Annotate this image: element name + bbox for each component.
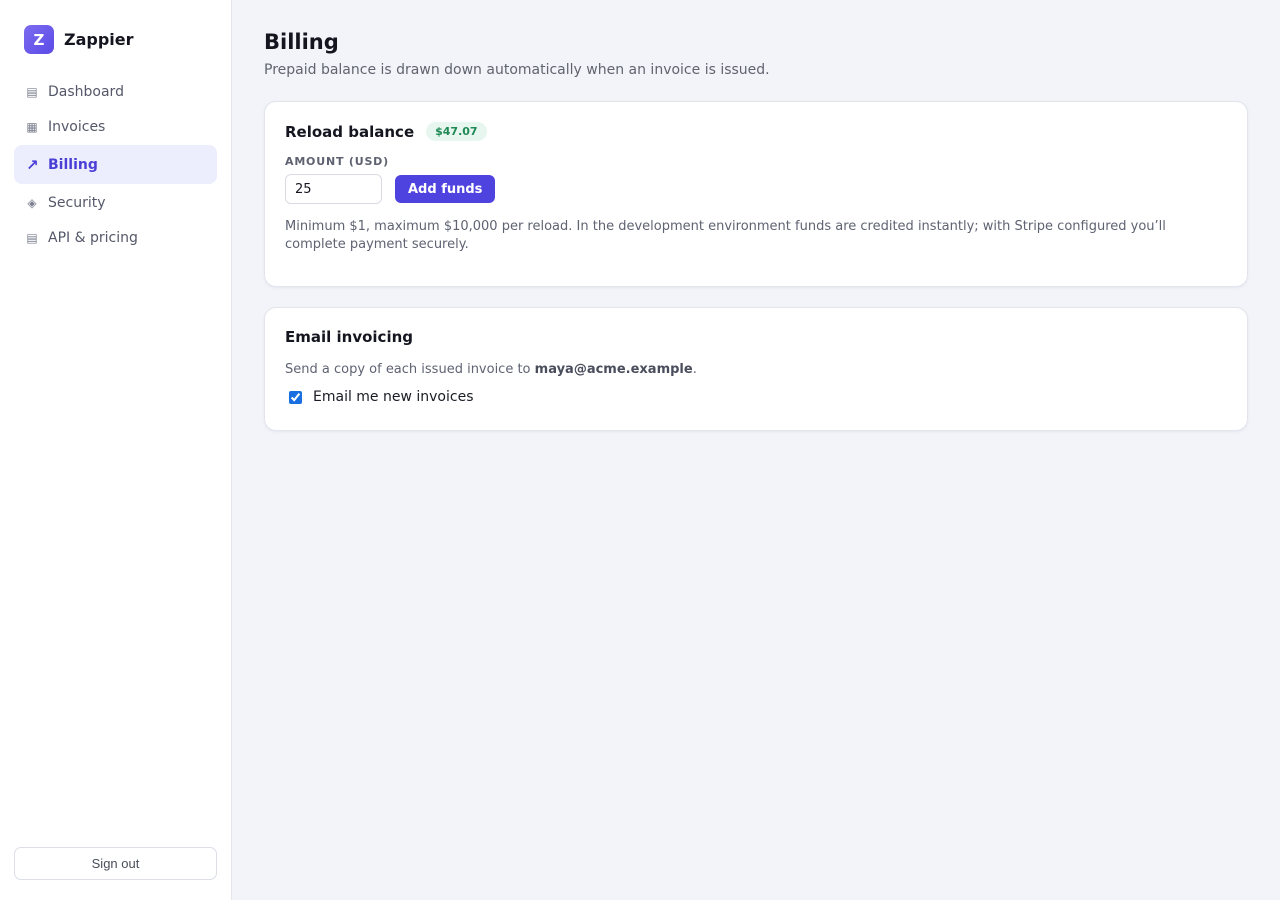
email-description: Send a copy of each issued invoice to ma… bbox=[285, 362, 1227, 377]
card-header: Reload balance $47.07 bbox=[285, 122, 1227, 141]
add-funds-button[interactable]: Add funds bbox=[395, 175, 496, 203]
reload-help-text: Minimum $1, maximum $10,000 per reload. … bbox=[285, 219, 1166, 252]
page-title: Billing bbox=[264, 30, 339, 54]
sidebar-item-dashboard[interactable]: ▤ Dashboard bbox=[14, 74, 217, 109]
brand-logo-icon: Z bbox=[24, 25, 54, 54]
amount-label: AMOUNT (USD) bbox=[285, 155, 389, 168]
list-icon: ▤ bbox=[26, 84, 38, 99]
sidebar-nav: ▤ Dashboard ▦ Invoices ↗ Billing ◈ Secur… bbox=[14, 74, 217, 255]
sidebar-item-label: Security bbox=[48, 194, 106, 211]
main-content: Billing Prepaid balance is drawn down au… bbox=[264, 30, 1248, 431]
trend-arrow-icon: ↗ bbox=[26, 155, 39, 174]
diamond-icon: ◈ bbox=[27, 195, 37, 210]
reload-balance-card: Reload balance $47.07 AMOUNT (USD) Add f… bbox=[264, 101, 1248, 287]
sign-out-button[interactable]: Sign out bbox=[14, 847, 217, 880]
email-invoicing-card: Email invoicing Send a copy of each issu… bbox=[264, 307, 1248, 431]
email-invoices-label: Email me new invoices bbox=[313, 389, 474, 405]
balance-badge: $47.07 bbox=[426, 122, 487, 141]
list-icon: ▤ bbox=[26, 230, 38, 245]
sidebar-item-label: API & pricing bbox=[48, 229, 138, 246]
grid-icon: ▦ bbox=[26, 119, 38, 134]
brand[interactable]: Z Zappier bbox=[24, 25, 134, 54]
sidebar-item-label: Dashboard bbox=[48, 83, 124, 100]
card-title: Reload balance bbox=[285, 122, 415, 141]
sidebar-item-invoices[interactable]: ▦ Invoices bbox=[14, 109, 217, 144]
email-invoices-option[interactable]: Email me new invoices bbox=[285, 389, 1227, 405]
brand-name: Zappier bbox=[64, 30, 134, 49]
sidebar: Z Zappier ▤ Dashboard ▦ Invoices ↗ Billi… bbox=[0, 0, 232, 900]
sidebar-item-label: Invoices bbox=[48, 118, 106, 135]
email-invoices-checkbox[interactable] bbox=[289, 390, 302, 404]
sidebar-item-security[interactable]: ◈ Security bbox=[14, 185, 217, 220]
email-desc-suffix: . bbox=[692, 362, 697, 377]
amount-input[interactable] bbox=[285, 174, 382, 204]
sidebar-item-label: Billing bbox=[48, 156, 98, 173]
amount-row: Add funds bbox=[285, 174, 1227, 204]
email-address: maya@acme.example bbox=[534, 362, 693, 377]
email-desc-prefix: Send a copy of each issued invoice to bbox=[285, 362, 535, 377]
page-subtitle: Prepaid balance is drawn down automatica… bbox=[264, 62, 770, 78]
sidebar-item-api-pricing[interactable]: ▤ API & pricing bbox=[14, 220, 217, 255]
card-title: Email invoicing bbox=[285, 328, 413, 346]
sidebar-item-billing[interactable]: ↗ Billing bbox=[14, 145, 217, 184]
